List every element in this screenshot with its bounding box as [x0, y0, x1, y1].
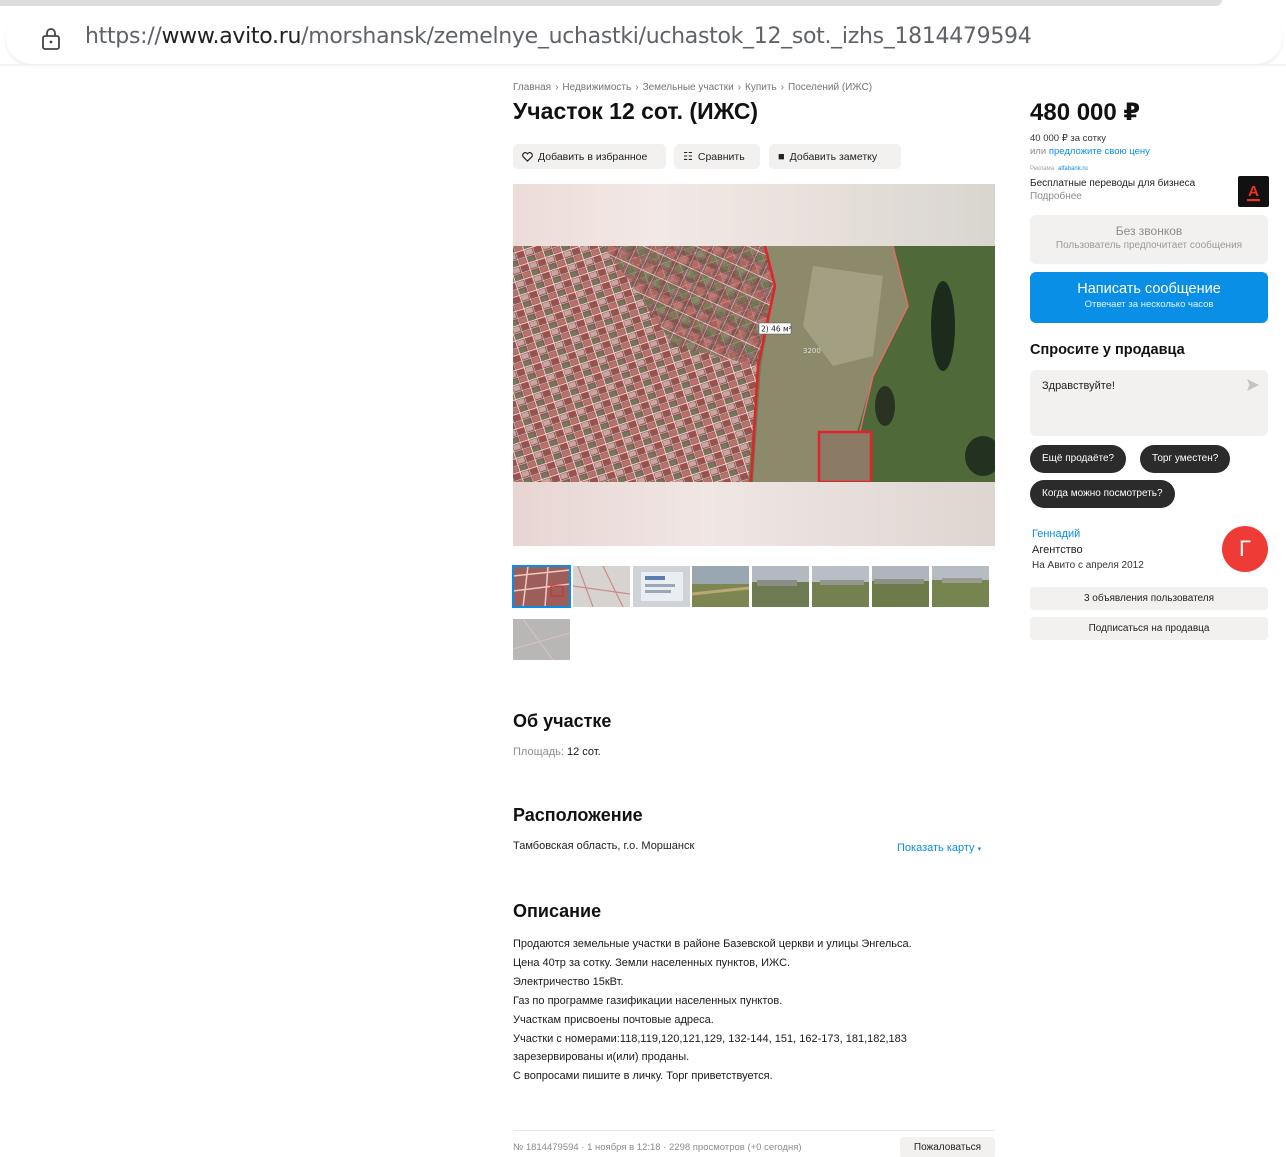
description-line: Цена 40тр за сотку. Земли населенных пун… — [513, 956, 791, 969]
no-calls-notice: Без звонков Пользователь предпочитает со… — [1030, 215, 1268, 264]
add-favorite-button[interactable]: Добавить в избранное — [513, 144, 666, 169]
description-line: Продаются земельные участки в районе Баз… — [513, 938, 912, 950]
ask-seller-heading: Спросите у продавца — [1030, 342, 1185, 358]
breadcrumb-separator: › — [635, 82, 639, 93]
listing-meta: № 1814479594 · 1 ноября в 12:18 · 2298 п… — [513, 1142, 802, 1153]
alfabank-logo-icon: А — [1247, 183, 1260, 202]
ad-text[interactable]: Бесплатные переводы для бизнеса — [1030, 178, 1195, 189]
seller-since: На Авито с апреля 2012 — [1032, 560, 1144, 571]
url-text[interactable]: https://www.avito.ru/morshansk/zemelnye_… — [85, 24, 1032, 49]
subscribe-seller-button[interactable]: Подписаться на продавца — [1030, 617, 1268, 640]
address-bar-shadow — [0, 64, 1286, 67]
breadcrumb: Главная › Недвижимость › Земельные участки › К… — [513, 82, 872, 93]
cadastral-map-image: 2) 46 м² 3200 — [513, 246, 995, 482]
price-per-unit: 40 000 ₽ за сотку — [1030, 133, 1106, 144]
breadcrumb-item-izhs[interactable]: Поселений (ИЖС) — [788, 82, 872, 93]
area-value: 12 сот. — [567, 746, 601, 758]
ad-label: Реклама alfabank.ru — [1030, 166, 1088, 172]
note-icon: ■ — [778, 150, 785, 163]
description-line: зарезервированы и(или) проданы. — [513, 1051, 690, 1064]
location-address: Тамбовская область, г.о. Моршанск — [513, 840, 695, 852]
offer-price-link[interactable]: предложите свою цену — [1049, 146, 1150, 157]
write-message-title: Написать сообщение — [1077, 281, 1221, 297]
user-ads-button[interactable]: 3 объявления пользователя — [1030, 587, 1268, 610]
breadcrumb-separator: › — [555, 82, 559, 93]
thumbnail-5[interactable] — [752, 566, 809, 607]
chevron-down-icon: ▾ — [977, 846, 982, 853]
add-favorite-label: Добавить в избранное — [538, 150, 648, 163]
alfabank-logo-letter: А — [1248, 183, 1259, 200]
description-heading: Описание — [513, 901, 602, 921]
no-calls-title: Без звонков — [1115, 224, 1183, 238]
ad-source[interactable]: alfabank.ru — [1058, 166, 1088, 172]
show-map-link[interactable]: Показать карту ▾ — [897, 842, 981, 854]
thumbnail-3[interactable] — [633, 566, 690, 607]
message-input[interactable]: Здравствуйте! — [1030, 370, 1268, 436]
quick-reply-still-selling[interactable]: Ещё продаёте? — [1030, 445, 1127, 473]
browser-tab-strip — [0, 0, 1222, 6]
lock-icon — [42, 28, 60, 50]
breadcrumb-item-land[interactable]: Земельные участки — [643, 82, 734, 93]
description-line: Участкам присвоены почтовые адреса. — [513, 1013, 714, 1026]
seller-type: Агентство — [1032, 544, 1083, 556]
write-message-button[interactable]: Написать сообщение Отвечает за несколько… — [1030, 272, 1268, 323]
add-note-button[interactable]: ■ Добавить заметку — [769, 144, 901, 169]
breadcrumb-separator: › — [780, 82, 784, 93]
area-param: Площадь: 12 сот. — [513, 746, 601, 758]
description-line: Участки с номерами:118,119,120,121,129, … — [513, 1032, 907, 1045]
main-photo[interactable]: 2) 46 м² 3200 — [513, 184, 995, 546]
thumbnail-7[interactable] — [872, 566, 929, 607]
thumbnail-9[interactable] — [513, 619, 570, 660]
no-calls-subtitle: Пользователь предпочитает сообщения — [1055, 240, 1243, 251]
compare-button[interactable]: ☷ Сравнить — [674, 144, 760, 169]
alfabank-logo[interactable]: А — [1238, 176, 1269, 207]
thumbnail-4[interactable] — [692, 566, 749, 607]
seller-name-link[interactable]: Геннадий — [1032, 528, 1080, 540]
description-line: С вопросами пишите в личку. Торг приветс… — [513, 1070, 773, 1083]
avatar[interactable]: Г — [1222, 526, 1268, 572]
location-heading: Расположение — [513, 805, 643, 825]
send-icon[interactable] — [1246, 378, 1260, 392]
add-note-label: Добавить заметку — [789, 150, 878, 163]
offer-prefix: или — [1030, 146, 1047, 157]
footer-divider — [513, 1130, 995, 1131]
map-label-number: 3200 — [803, 347, 821, 355]
page-title: Участок 12 сот. (ИЖС) — [513, 98, 759, 124]
thumbnail-8[interactable] — [932, 566, 989, 607]
write-message-subtitle: Отвечает за несколько часов — [1084, 299, 1214, 310]
photo-blur-top — [513, 184, 995, 246]
description-text: Продаются земельные участки в районе Баз… — [513, 935, 993, 1086]
show-map-label: Показать карту — [897, 842, 975, 854]
breadcrumb-item-realty[interactable]: Недвижимость — [562, 82, 631, 93]
compare-icon: ☷ — [683, 151, 693, 163]
quick-reply-bargain[interactable]: Торг уместен? — [1140, 445, 1231, 473]
about-heading: Об участке — [513, 711, 612, 731]
breadcrumb-item-buy[interactable]: Купить — [745, 82, 777, 93]
compare-label: Сравнить — [697, 150, 745, 163]
ad-label-text: Реклама — [1030, 166, 1055, 172]
heart-icon — [522, 151, 533, 162]
description-line: Газ по программе газификации населенных … — [513, 994, 783, 1007]
thumbnail-6[interactable] — [812, 566, 869, 607]
address-bar[interactable]: https://www.avito.ru/morshansk/zemelnye_… — [6, 12, 1282, 64]
complain-button[interactable]: Пожаловаться — [900, 1137, 995, 1157]
description-line: Электричество 15кВт. — [513, 975, 624, 988]
map-label-area: 2) 46 м² — [761, 325, 792, 334]
message-text[interactable]: Здравствуйте! — [1042, 380, 1115, 392]
price: 480 000 ₽ — [1030, 99, 1141, 126]
quick-reply-when-view[interactable]: Когда можно посмотреть? — [1030, 480, 1175, 508]
photo-blur-bottom — [513, 482, 995, 546]
ad-more-link[interactable]: Подробнее — [1030, 191, 1082, 202]
area-label: Площадь: — [513, 746, 564, 758]
offer-price-line: или предложите свою цену — [1030, 146, 1150, 157]
breadcrumb-item-home[interactable]: Главная — [513, 82, 551, 93]
thumbnail-2[interactable] — [573, 566, 630, 607]
thumbnail-1[interactable] — [512, 565, 571, 608]
breadcrumb-separator: › — [737, 82, 742, 93]
